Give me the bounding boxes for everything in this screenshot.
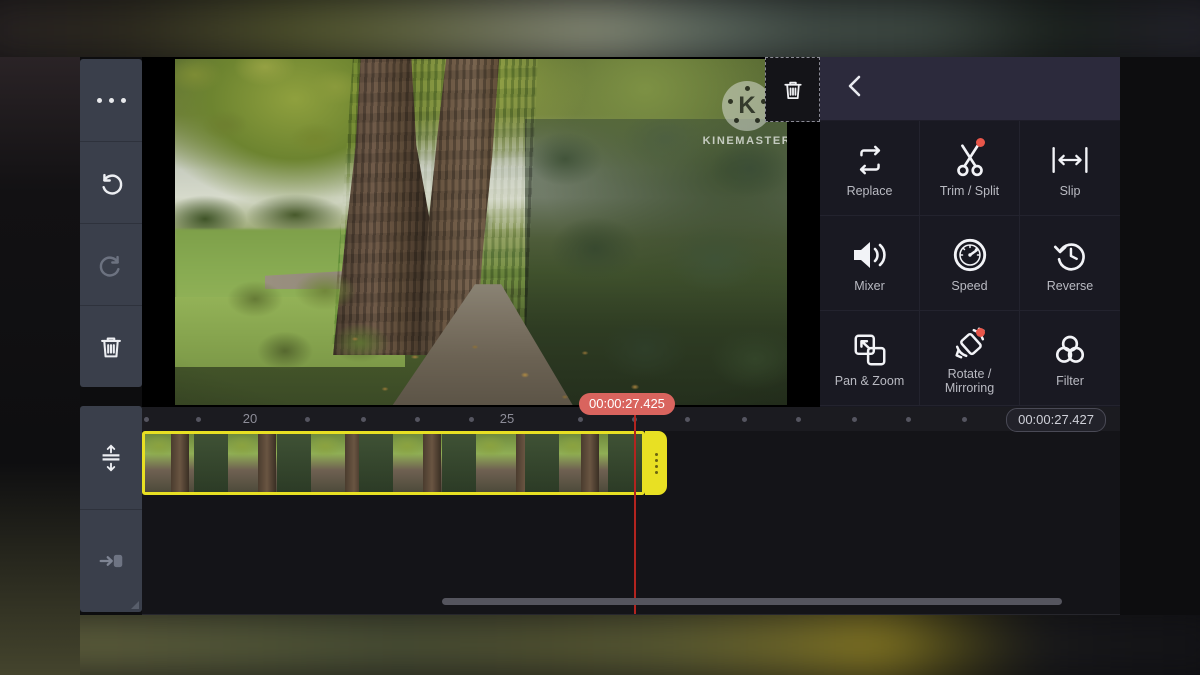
blurred-backdrop-top (0, 0, 1200, 62)
timeline-horizontal-scrollbar[interactable] (442, 598, 1062, 605)
option-label: Mixer (854, 279, 885, 293)
option-label: Reverse (1047, 279, 1094, 293)
total-duration-badge: 00:00:27.427 (1006, 408, 1106, 432)
chevron-left-icon (842, 70, 868, 102)
kinemaster-screen: K KINEMASTER (0, 0, 1200, 675)
clip-thumbnail (145, 434, 228, 492)
clip-thumbnail (228, 434, 311, 492)
option-label: Filter (1056, 374, 1084, 388)
ruler-tick (305, 417, 310, 422)
option-label: Slip (1060, 184, 1081, 198)
playhead[interactable] (634, 407, 636, 615)
rail-group-secondary (80, 406, 142, 612)
undo-button[interactable] (80, 141, 142, 223)
trash-icon (780, 77, 806, 103)
ruler-label: 20 (243, 411, 257, 426)
jump-to-end-button[interactable] (80, 509, 142, 612)
clip-thumbnail (393, 434, 476, 492)
timeline-bottom-divider (142, 614, 1120, 615)
trash-icon (96, 332, 126, 362)
playhead-timecode-badge: 00:00:27.425 (579, 393, 675, 415)
more-options-button[interactable] (80, 59, 142, 141)
ruler-tick (144, 417, 149, 422)
ruler-tick (906, 417, 911, 422)
left-tool-rail (80, 57, 142, 615)
ruler-tick (578, 417, 583, 422)
clip-options-panel: Replace Trim / Split (820, 57, 1120, 407)
ruler-tick (685, 417, 690, 422)
blurred-backdrop-bottom (0, 613, 1200, 675)
pan-zoom-icon (851, 328, 889, 372)
ruler-label: 25 (500, 411, 514, 426)
preview-delete-button[interactable] (765, 57, 820, 122)
ruler-tick (469, 417, 474, 422)
clip-thumbnail (476, 434, 559, 492)
new-badge (976, 138, 985, 147)
gauge-icon (951, 233, 989, 277)
option-mixer[interactable]: Mixer (820, 216, 920, 311)
option-speed[interactable]: Speed (920, 216, 1020, 311)
blurred-backdrop-left (0, 57, 80, 675)
clip-trim-handle-right[interactable] (645, 431, 667, 495)
redo-button[interactable] (80, 223, 142, 305)
rotate-icon (951, 321, 989, 365)
option-trim-split[interactable]: Trim / Split (920, 121, 1020, 216)
option-label: Rotate / Mirroring (945, 367, 994, 396)
ruler-tick (962, 417, 967, 422)
panel-header (820, 57, 1120, 121)
ruler-tick (852, 417, 857, 422)
filter-icon (1051, 328, 1089, 372)
option-reverse[interactable]: Reverse (1020, 216, 1120, 311)
ruler-tick (742, 417, 747, 422)
ruler-tick (796, 417, 801, 422)
panel-back-button[interactable] (842, 70, 868, 107)
ruler-tick (415, 417, 420, 422)
option-rotate-mirroring[interactable]: Rotate / Mirroring (920, 311, 1020, 406)
jump-to-end-icon (96, 546, 126, 576)
expand-collapse-icon (96, 443, 126, 473)
undo-icon (96, 168, 126, 198)
option-pan-zoom[interactable]: Pan & Zoom (820, 311, 920, 406)
redo-icon (96, 250, 126, 280)
expand-timeline-button[interactable] (80, 406, 142, 509)
new-badge (976, 328, 985, 337)
speaker-icon (850, 233, 890, 277)
clip-thumbnail (559, 434, 642, 492)
option-label: Pan & Zoom (835, 374, 904, 388)
ellipsis-icon (97, 98, 126, 103)
replace-icon (851, 138, 889, 182)
option-label: Trim / Split (940, 184, 999, 198)
option-label: Replace (847, 184, 893, 198)
panel-resize-grip[interactable] (131, 601, 139, 609)
option-filter[interactable]: Filter (1020, 311, 1120, 406)
reverse-icon (1051, 233, 1089, 277)
editor-app: K KINEMASTER (0, 57, 1200, 615)
delete-button[interactable] (80, 305, 142, 387)
ruler-tick (361, 417, 366, 422)
timeline-track[interactable] (142, 431, 1120, 615)
preview-frame: K KINEMASTER (175, 59, 787, 405)
video-clip[interactable] (142, 431, 645, 495)
slip-icon (1050, 138, 1090, 182)
scene-vignette (175, 59, 787, 405)
video-preview[interactable]: K KINEMASTER (142, 57, 820, 407)
rail-group-primary (80, 59, 142, 387)
panel-option-grid: Replace Trim / Split (820, 121, 1120, 406)
clip-thumbnail (311, 434, 394, 492)
timeline[interactable]: 20 25 00:00:27.427 (142, 407, 1120, 615)
option-replace[interactable]: Replace (820, 121, 920, 216)
option-slip[interactable]: Slip (1020, 121, 1120, 216)
ruler-tick (196, 417, 201, 422)
option-label: Speed (951, 279, 987, 293)
